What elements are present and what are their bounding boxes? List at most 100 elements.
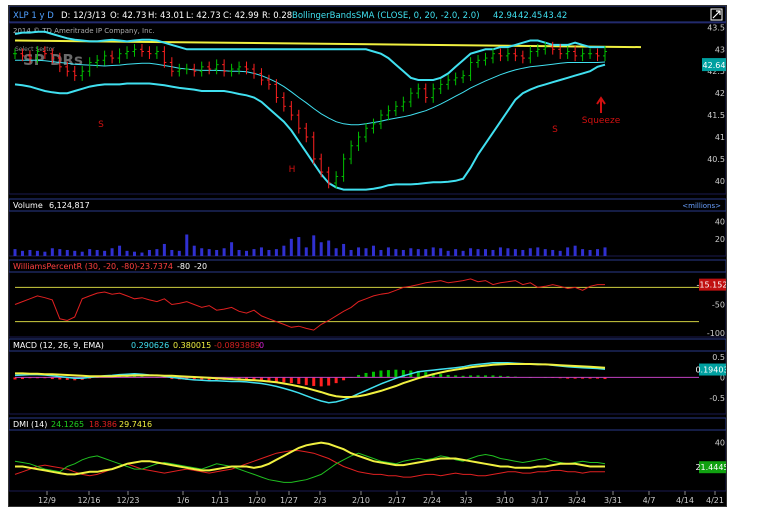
dmi-tick-label: 40 — [715, 439, 725, 448]
volume-bar — [289, 238, 293, 256]
volume-bar — [58, 249, 62, 256]
volume-bar — [446, 250, 450, 256]
x-axis: 12/9 12/16 12/23 1/6 1/13 1/20 1/27 2/3 2/10 2/17… — [38, 491, 724, 505]
volume-bar — [88, 249, 92, 256]
volume-bar — [252, 249, 256, 256]
volume-bar — [13, 249, 17, 256]
volume-bar — [558, 250, 562, 256]
volume-bar — [424, 249, 428, 256]
x-axis-label: 3/17 — [531, 496, 549, 505]
band-upper-value: 42.94 — [493, 11, 517, 21]
close-readout: C: 42.99 — [223, 11, 259, 21]
price-panel: 43.54342.54241.54140.540SHSSqueeze42.64 — [8, 22, 727, 195]
x-axis-label: 3/10 — [496, 496, 514, 505]
price-tick-label: 41 — [715, 133, 725, 142]
macd-histogram-bar — [319, 377, 323, 387]
dmi-title: DMI (14) — [13, 420, 47, 429]
symbol-label[interactable]: XLP 1 y D — [13, 11, 54, 21]
dmi-minus-value: 18.386 — [89, 420, 117, 429]
x-axis-label: 1/27 — [280, 496, 298, 505]
volume-bar — [327, 240, 331, 256]
pattern-annotation: S — [98, 120, 104, 130]
volume-bar — [581, 249, 585, 256]
price-tick-label: 42 — [715, 89, 725, 98]
pattern-annotation: H — [289, 165, 296, 175]
volume-bar — [543, 249, 547, 256]
x-axis-label: 2/3 — [314, 496, 327, 505]
volume-bar — [177, 250, 181, 256]
volume-bar — [267, 249, 271, 256]
macd-histogram-bar — [379, 370, 383, 378]
volume-bar — [573, 245, 577, 256]
volume-panel: Volume 6,124,817 <millions> 40 20 — [8, 198, 727, 257]
macd-value: 0.290626 — [131, 341, 169, 350]
volume-bar — [103, 250, 107, 256]
volume-bar — [274, 249, 278, 256]
x-axis-label: 1/13 — [211, 496, 229, 505]
volume-bar — [357, 247, 361, 256]
chart-svg: XLP 1 y D D: 12/3/13 O: 42.73 H: 43.01 L… — [8, 5, 729, 505]
dmi-panel: DMI (14)24.126518.38629.7416402021.4445 — [8, 417, 729, 492]
price-panel-border — [8, 22, 727, 195]
macd-diff-value: -0.0893889 — [214, 341, 260, 350]
price-tick-label: 43.5 — [707, 23, 725, 32]
chart-frame: XLP 1 y D D: 12/3/13 O: 42.73 H: 43.01 L… — [8, 5, 729, 507]
open-readout: O: 42.73 — [110, 11, 146, 21]
macd-histogram-bar — [364, 372, 368, 378]
volume-bar — [588, 249, 592, 256]
expand-icon[interactable] — [710, 8, 723, 21]
middle-band-line — [15, 59, 606, 126]
price-tick-label: 40 — [715, 177, 725, 186]
dmi-minus-line — [14, 450, 605, 478]
volume-bar — [431, 247, 435, 256]
macd-histogram-bar — [289, 377, 293, 384]
volume-bar — [147, 249, 151, 256]
volume-bar — [73, 250, 77, 256]
band-middle-value: 42.45 — [518, 11, 542, 21]
williams-line — [14, 278, 605, 331]
macd-histogram-bar — [274, 377, 278, 382]
dmi-adx-value: 29.7416 — [119, 420, 152, 429]
macd-header — [8, 338, 727, 352]
x-axis-label: 2/24 — [423, 496, 441, 505]
volume-bar — [319, 242, 323, 256]
volume-bar — [513, 249, 517, 256]
williams-level-low: -80 — [177, 262, 190, 271]
volume-bar — [371, 245, 375, 256]
volume-bar — [521, 249, 525, 256]
macd-signal-line — [15, 363, 606, 398]
bollinger-study-label[interactable]: BollingerBandsSMA (CLOSE, 0, 20, -2.0, 2… — [292, 11, 480, 21]
low-readout: L: 42.73 — [186, 11, 221, 21]
range-readout: R: 0.28 — [262, 11, 292, 21]
volume-bar — [342, 243, 346, 256]
macd-histogram-bar — [312, 377, 316, 386]
x-axis-label: 3/3 — [460, 496, 473, 505]
x-axis-label: 2/10 — [352, 496, 370, 505]
macd-histogram-bar — [334, 377, 338, 384]
macd-histogram-bar — [386, 370, 390, 378]
williams-current-label: -15.152 — [697, 281, 726, 290]
pattern-annotation: Squeeze — [582, 116, 621, 126]
volume-header — [8, 198, 727, 212]
volume-unit: <millions> — [682, 202, 721, 210]
macd-histogram-bar — [371, 371, 375, 378]
volume-bar — [259, 247, 263, 256]
x-axis-label: 1/6 — [177, 496, 190, 505]
volume-bar — [454, 249, 458, 256]
williams-title: WilliamsPercentR (30, -20, -80) — [13, 262, 137, 271]
volume-bar — [409, 248, 413, 256]
volume-bar — [469, 248, 473, 256]
dmi-plus-value: 24.1265 — [51, 420, 84, 429]
copyright-text: 2014 © TD Ameritrade IP Company, Inc. — [13, 27, 155, 35]
macd-line — [14, 362, 606, 404]
volume-bar — [401, 249, 405, 256]
volume-bar — [596, 249, 600, 256]
macd-histogram-bar — [394, 369, 398, 378]
high-readout: H: 43.01 — [148, 11, 184, 21]
volume-bar — [162, 243, 166, 256]
volume-bar — [125, 250, 129, 256]
volume-bar — [35, 250, 39, 256]
macd-signal-value: 0.380015 — [173, 341, 211, 350]
volume-bar — [439, 248, 443, 256]
macd-histogram-bar — [282, 377, 286, 383]
